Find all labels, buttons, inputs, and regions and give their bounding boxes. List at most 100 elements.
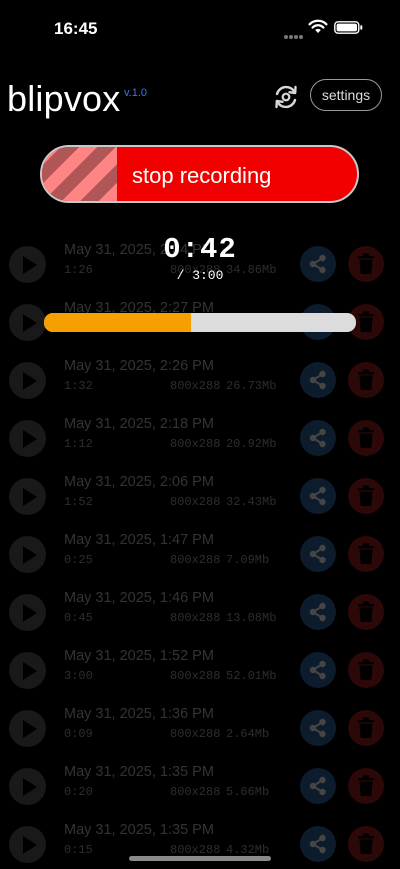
home-indicator[interactable] [129,856,271,861]
recording-duration: 0:25 [64,553,93,567]
share-button[interactable] [300,362,336,398]
recording-date: May 31, 2025, 1:47 PM [64,532,214,548]
play-button[interactable] [9,652,46,689]
play-button[interactable] [9,536,46,573]
recording-resolution: 800x288 [170,495,221,509]
recording-resolution: 800x288 [170,669,221,683]
share-button[interactable] [300,478,336,514]
recording-size: 13.08Mb [226,611,277,625]
recording-row[interactable]: May 31, 2025, 1:35 PM 0:20 800x288 5.66Mb [0,758,400,816]
play-icon [22,429,37,448]
recording-duration: 0:20 [64,785,93,799]
play-icon [22,777,37,796]
play-button[interactable] [9,768,46,805]
trash-icon [358,485,374,506]
play-icon [22,545,37,564]
recording-date: May 31, 2025, 2:26 PM [64,358,214,374]
delete-button[interactable] [348,768,384,804]
recording-size: 4.32Mb [226,843,270,857]
share-icon [309,428,326,448]
share-icon [309,544,326,564]
play-icon [22,835,37,854]
share-button[interactable] [300,536,336,572]
recording-duration: 0:15 [64,843,93,857]
delete-button[interactable] [348,362,384,398]
recording-row[interactable]: May 31, 2025, 1:46 PM 0:45 800x288 13.08Mb [0,584,400,642]
play-button[interactable] [9,420,46,457]
play-button[interactable] [9,594,46,631]
play-button[interactable] [9,304,46,341]
recording-resolution: 800x288 [170,553,221,567]
share-icon [309,718,326,738]
recording-date: May 31, 2025, 2:18 PM [64,416,214,432]
share-icon [309,370,326,390]
play-icon [22,487,37,506]
share-icon [309,776,326,796]
share-icon [309,660,326,680]
delete-button[interactable] [348,826,384,862]
recording-row[interactable]: May 31, 2025, 2:06 PM 1:52 800x288 32.43Mb [0,468,400,526]
recording-duration: 1:12 [64,437,93,451]
trash-icon [358,311,374,332]
delete-button[interactable] [348,594,384,630]
play-button[interactable] [9,710,46,747]
recording-row[interactable]: May 31, 2025, 2:26 PM 1:32 800x288 26.73Mb [0,352,400,410]
recording-size: 2.64Mb [226,727,270,741]
share-button[interactable] [300,420,336,456]
recording-size: 5.66Mb [226,785,270,799]
recording-row[interactable]: May 31, 2025, 1:35 PM 0:15 800x288 4.32Mb [0,816,400,869]
trash-icon [358,543,374,564]
recording-duration: 0:45 [64,611,93,625]
recording-resolution: 800x288 [170,843,221,857]
recording-resolution: 800x288 [170,785,221,799]
recording-date: May 31, 2025, 1:35 PM [64,822,214,838]
delete-button[interactable] [348,710,384,746]
recording-date: May 31, 2025, 1:52 PM [64,648,214,664]
recording-resolution: 800x288 [170,611,221,625]
recording-row[interactable]: May 31, 2025, 2:18 PM 1:12 800x288 20.92Mb [0,410,400,468]
recording-duration: 0:09 [64,727,93,741]
recording-row[interactable]: May 31, 2025, 1:47 PM 0:25 800x288 7.09Mb [0,526,400,584]
trash-icon [358,717,374,738]
share-button[interactable] [300,826,336,862]
play-button[interactable] [9,362,46,399]
play-icon [22,371,37,390]
share-button[interactable] [300,652,336,688]
share-button[interactable] [300,594,336,630]
play-icon [22,719,37,738]
recording-max-duration: / 3:00 [176,268,224,283]
recording-timer: 0:42 [163,233,237,266]
recording-duration: 1:32 [64,379,93,393]
trash-icon [358,369,374,390]
trash-icon [358,601,374,622]
share-button[interactable] [300,768,336,804]
recording-date: May 31, 2025, 1:36 PM [64,706,214,722]
recording-resolution: 800x288 [170,379,221,393]
delete-button[interactable] [348,478,384,514]
recording-progress-bar [44,313,356,332]
play-icon [22,661,37,680]
share-button[interactable] [300,710,336,746]
delete-button[interactable] [348,652,384,688]
recording-date: May 31, 2025, 1:35 PM [64,764,214,780]
recording-row[interactable]: May 31, 2025, 1:36 PM 0:09 800x288 2.64Mb [0,700,400,758]
share-icon [309,834,326,854]
app-screen: 16:45 blipvox v.1.0 settings stop record… [0,0,400,869]
recording-size: 20.92Mb [226,437,277,451]
trash-icon [358,659,374,680]
recording-date: May 31, 2025, 1:46 PM [64,590,214,606]
delete-button[interactable] [348,536,384,572]
recording-row[interactable]: May 31, 2025, 1:52 PM 3:00 800x288 52.01Mb [0,642,400,700]
recording-progress-fill [44,313,191,332]
recording-date: May 31, 2025, 2:06 PM [64,474,214,490]
recording-resolution: 800x288 [170,727,221,741]
delete-button[interactable] [348,420,384,456]
recording-size: 32.43Mb [226,495,277,509]
recording-size: 7.09Mb [226,553,270,567]
play-button[interactable] [9,478,46,515]
share-icon [309,602,326,622]
recording-size: 52.01Mb [226,669,277,683]
trash-icon [358,833,374,854]
recording-duration: 3:00 [64,669,93,683]
play-button[interactable] [9,826,46,863]
